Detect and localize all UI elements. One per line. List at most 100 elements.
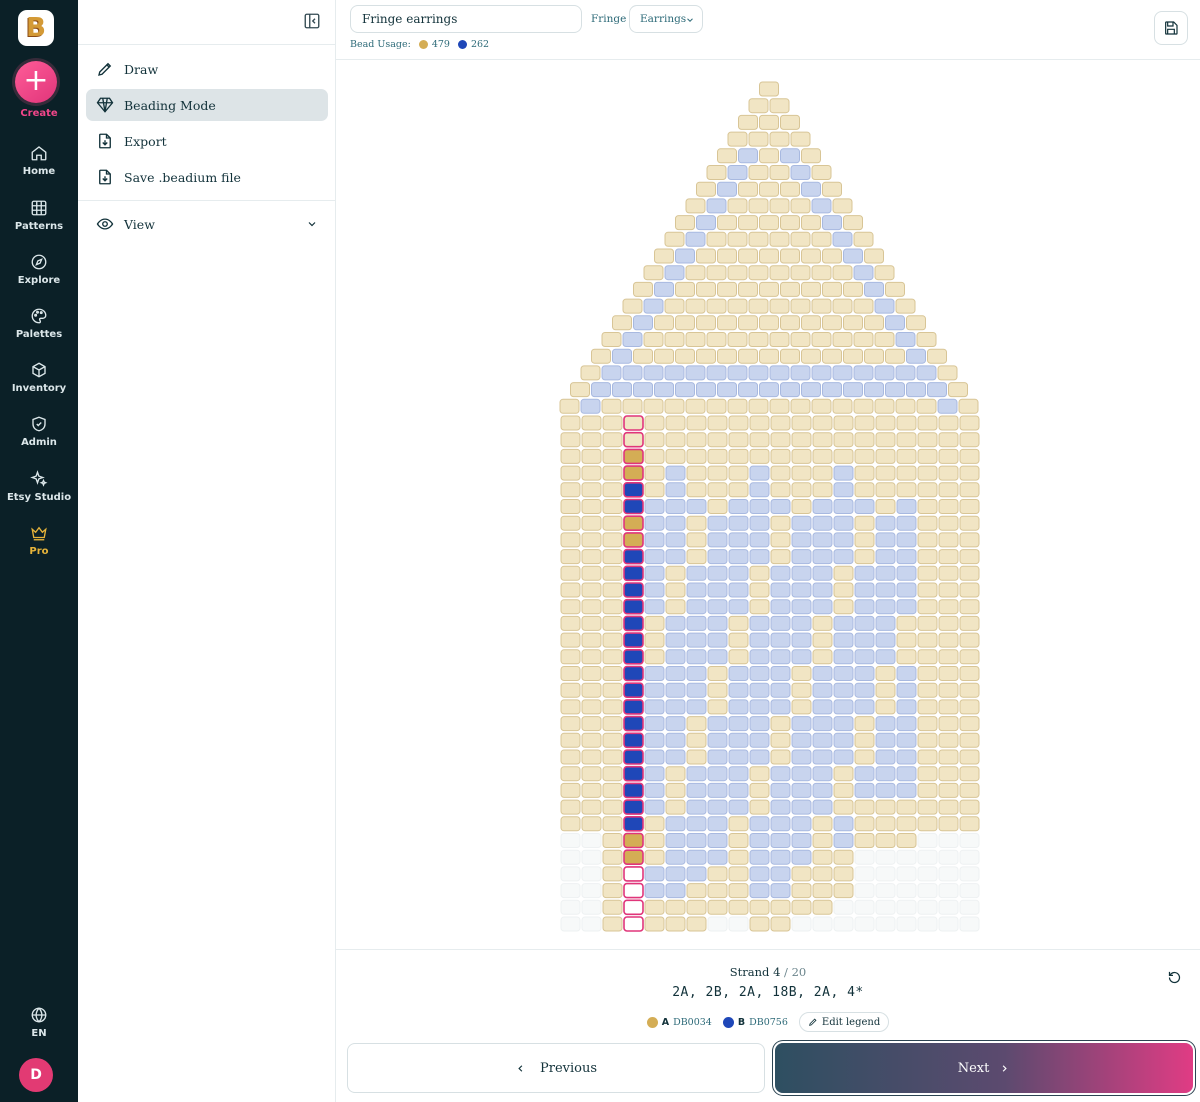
bead[interactable] (728, 599, 749, 615)
bead[interactable] (717, 315, 737, 331)
bead[interactable] (581, 766, 602, 782)
bead[interactable] (749, 582, 770, 598)
bead[interactable] (749, 482, 770, 498)
bead[interactable] (685, 198, 706, 214)
bead[interactable] (644, 432, 665, 448)
bead[interactable] (791, 849, 812, 865)
bead[interactable] (622, 365, 643, 381)
bead[interactable] (644, 883, 665, 899)
empty-bead[interactable] (875, 849, 896, 865)
bead[interactable] (665, 432, 686, 448)
bead[interactable] (927, 382, 947, 398)
bead[interactable] (644, 582, 665, 598)
bead[interactable] (791, 499, 812, 514)
bead[interactable] (854, 632, 875, 648)
bead[interactable] (707, 732, 728, 748)
empty-bead[interactable] (833, 899, 854, 915)
bead[interactable] (749, 833, 770, 848)
bead[interactable] (644, 716, 665, 732)
bead[interactable] (896, 532, 917, 548)
bead[interactable] (728, 532, 749, 548)
bead[interactable] (686, 549, 707, 565)
bead[interactable] (581, 415, 602, 431)
bead[interactable] (938, 716, 959, 732)
bead[interactable] (812, 432, 833, 448)
bead[interactable] (696, 348, 716, 364)
bead[interactable] (633, 315, 653, 331)
bead[interactable] (727, 131, 748, 147)
bead[interactable] (896, 816, 917, 832)
bead[interactable] (686, 666, 707, 681)
bead[interactable] (581, 682, 602, 698)
bead[interactable] (675, 382, 695, 398)
bead[interactable] (707, 632, 728, 648)
bead[interactable] (769, 165, 790, 180)
bead[interactable] (727, 365, 748, 381)
bead[interactable] (917, 699, 938, 715)
bead[interactable] (791, 816, 812, 832)
bead[interactable] (696, 281, 716, 297)
bead[interactable] (706, 365, 727, 381)
bead[interactable] (917, 816, 938, 832)
bead[interactable] (938, 682, 959, 698)
language-switch[interactable]: EN (0, 1006, 78, 1056)
bead[interactable] (875, 699, 896, 715)
active-strand-bead[interactable] (623, 732, 644, 749)
bead[interactable] (875, 766, 896, 782)
bead[interactable] (686, 515, 707, 531)
bead[interactable] (791, 699, 812, 715)
active-strand-bead[interactable] (623, 498, 644, 515)
bead[interactable] (854, 749, 875, 765)
bead[interactable] (917, 515, 938, 531)
bead[interactable] (927, 348, 947, 364)
bead[interactable] (801, 181, 821, 197)
bead[interactable] (686, 866, 707, 882)
bead[interactable] (832, 398, 853, 414)
bead[interactable] (759, 181, 779, 197)
bead[interactable] (707, 582, 728, 598)
bead[interactable] (707, 833, 728, 848)
empty-bead[interactable] (896, 916, 917, 932)
bead[interactable] (665, 649, 686, 665)
previous-button[interactable]: Previous (347, 1043, 765, 1093)
bead[interactable] (833, 482, 854, 498)
bead[interactable] (728, 615, 749, 631)
bead[interactable] (769, 398, 790, 414)
bead[interactable] (644, 482, 665, 498)
bead[interactable] (780, 315, 800, 331)
bead[interactable] (749, 599, 770, 615)
bead[interactable] (812, 816, 833, 832)
bead[interactable] (707, 599, 728, 615)
bead[interactable] (749, 465, 770, 481)
bead[interactable] (843, 348, 863, 364)
bead[interactable] (602, 649, 623, 665)
bead[interactable] (938, 816, 959, 832)
bead[interactable] (560, 632, 581, 648)
bead[interactable] (770, 432, 791, 448)
bead[interactable] (812, 699, 833, 715)
bead[interactable] (560, 465, 581, 481)
active-strand-bead[interactable] (623, 849, 644, 866)
bead[interactable] (875, 515, 896, 531)
bead[interactable] (833, 682, 854, 698)
bead[interactable] (665, 849, 686, 865)
bead[interactable] (717, 181, 737, 197)
pattern-type-select[interactable]: Earrings (629, 5, 703, 33)
bead[interactable] (581, 649, 602, 665)
bead[interactable] (791, 532, 812, 548)
bead[interactable] (853, 332, 874, 347)
bead[interactable] (812, 632, 833, 648)
bead[interactable] (643, 265, 664, 281)
bead[interactable] (727, 165, 748, 180)
active-strand-bead[interactable] (623, 481, 644, 498)
bead[interactable] (885, 315, 905, 331)
bead[interactable] (602, 582, 623, 598)
bead[interactable] (728, 415, 749, 431)
bead[interactable] (749, 682, 770, 698)
bead[interactable] (728, 766, 749, 782)
bead[interactable] (791, 515, 812, 531)
bead[interactable] (791, 482, 812, 498)
bead[interactable] (895, 332, 916, 347)
bead[interactable] (581, 816, 602, 832)
bead[interactable] (707, 515, 728, 531)
